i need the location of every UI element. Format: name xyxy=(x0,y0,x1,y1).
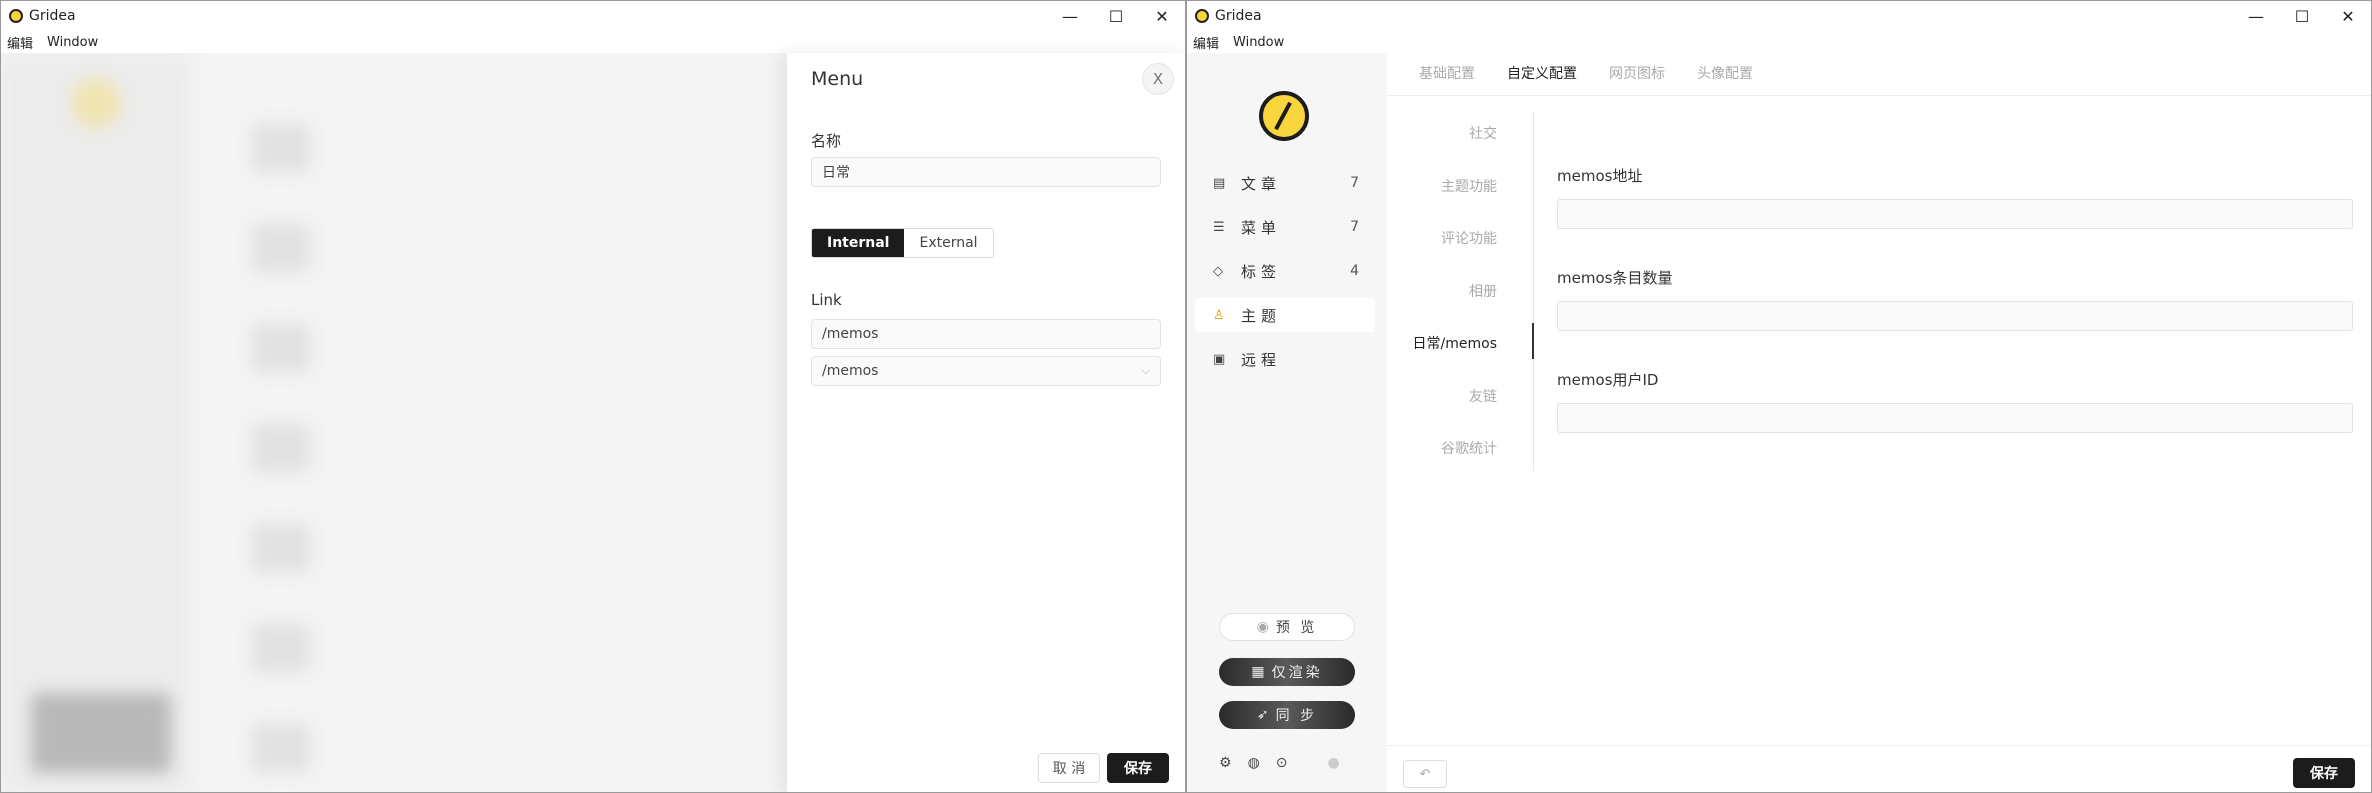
menu-bar: 编辑 Window xyxy=(1187,31,2371,53)
drawer-close-button[interactable]: X xyxy=(1142,63,1174,95)
chevron-down-icon: ⌵ xyxy=(1141,364,1150,377)
render-button[interactable]: ▦ 仅渲染 xyxy=(1219,658,1355,686)
sidebar: ▤ 文章 7 ☰ 菜单 7 ◇ 标签 4 ♙ 主题 ▣ 远程 ◉ 预 览 ▦ 仅… xyxy=(1187,53,1387,792)
subnav-friend-links[interactable]: 友链 xyxy=(1469,386,1497,406)
sidebar-item-label: 远程 xyxy=(1241,350,1282,369)
settings-sliders-icon[interactable]: ⚙ xyxy=(1219,755,1232,771)
gridea-logo-icon xyxy=(9,9,23,23)
title-bar: Gridea — ☐ ✕ xyxy=(1187,1,2371,31)
preview-button[interactable]: ◉ 预 览 xyxy=(1219,613,1355,641)
link-label: Link xyxy=(811,291,842,309)
subnav-divider xyxy=(1533,111,1534,471)
preview-label: 预 览 xyxy=(1275,620,1318,636)
memos-user-id-input[interactable] xyxy=(1557,403,2353,433)
menu-edit[interactable]: 编辑 xyxy=(7,33,33,52)
right-window: Gridea — ☐ ✕ 编辑 Window ▤ 文章 7 ☰ 菜单 7 ◇ 标… xyxy=(1186,0,2372,793)
memos-url-label: memos地址 xyxy=(1557,167,1643,185)
menu-bar: 编辑 Window xyxy=(1,31,1185,53)
tag-icon: ◇ xyxy=(1213,263,1223,279)
sidebar-item-label: 文章 xyxy=(1241,174,1282,193)
sidebar-item-remote[interactable]: ▣ 远程 xyxy=(1195,342,1375,376)
main-panel: 基础配置 自定义配置 网页图标 头像配置 社交 主题功能 评论功能 相册 日常/… xyxy=(1387,53,2371,792)
eye-icon: ◉ xyxy=(1256,619,1272,635)
menu-window[interactable]: Window xyxy=(47,35,98,50)
internal-option[interactable]: Internal xyxy=(812,229,905,257)
server-icon: ▣ xyxy=(1213,351,1226,367)
render-icon: ▦ xyxy=(1251,664,1268,680)
subnav-album[interactable]: 相册 xyxy=(1469,281,1497,301)
sidebar-tools: ⚙ ◍ ⊙ ● xyxy=(1219,755,1340,771)
github-icon[interactable]: ⊙ xyxy=(1276,755,1288,771)
sidebar-item-label: 主题 xyxy=(1241,306,1282,325)
cancel-button[interactable]: 取 消 xyxy=(1038,753,1100,783)
tab-favicon[interactable]: 网页图标 xyxy=(1609,63,1665,83)
sidebar-item-theme[interactable]: ♙ 主题 xyxy=(1195,298,1375,332)
subnav-memos[interactable]: 日常/memos xyxy=(1413,333,1497,353)
document-icon: ▤ xyxy=(1213,175,1226,191)
sidebar-item-count: 4 xyxy=(1350,263,1359,279)
link-select[interactable]: /memos ⌵ xyxy=(811,356,1161,386)
external-option[interactable]: External xyxy=(904,229,992,257)
tab-custom[interactable]: 自定义配置 xyxy=(1507,63,1577,83)
bottom-bar: ↶ 保存 xyxy=(1387,745,2371,792)
title-bar: Gridea — ☐ ✕ xyxy=(1,1,1185,31)
name-label: 名称 xyxy=(811,132,842,150)
sidebar-item-label: 菜单 xyxy=(1241,218,1282,237)
drawer-title: Menu xyxy=(811,68,864,90)
window-title: Gridea xyxy=(1215,8,1262,24)
maximize-icon[interactable]: ☐ xyxy=(2279,1,2325,31)
menu-edit[interactable]: 编辑 xyxy=(1193,33,1219,52)
link-input[interactable]: /memos xyxy=(811,319,1161,349)
close-window-icon[interactable]: ✕ xyxy=(2325,1,2371,31)
sidebar-item-count: 7 xyxy=(1350,175,1359,191)
save-button[interactable]: 保存 xyxy=(1107,753,1169,783)
link-select-value: /memos xyxy=(822,363,879,379)
globe-icon[interactable]: ◍ xyxy=(1248,755,1260,771)
subnav-comments[interactable]: 评论功能 xyxy=(1441,228,1497,248)
sidebar-item-articles[interactable]: ▤ 文章 7 xyxy=(1195,166,1375,200)
subnav-social[interactable]: 社交 xyxy=(1469,123,1497,143)
sidebar-item-count: 7 xyxy=(1350,219,1359,235)
memos-user-id-label: memos用户ID xyxy=(1557,371,1659,389)
save-button[interactable]: 保存 xyxy=(2293,758,2355,788)
sidebar-item-menus[interactable]: ☰ 菜单 7 xyxy=(1195,210,1375,244)
memos-url-input[interactable] xyxy=(1557,199,2353,229)
link-type-toggle: Internal External xyxy=(811,228,994,258)
shirt-icon: ♙ xyxy=(1213,307,1225,323)
sidebar-item-label: 标签 xyxy=(1241,262,1282,281)
close-window-icon[interactable]: ✕ xyxy=(1139,1,1185,31)
gridea-logo-icon xyxy=(1195,9,1209,23)
sync-button[interactable]: ➶ 同 步 xyxy=(1219,701,1355,729)
subnav-google-analytics[interactable]: 谷歌统计 xyxy=(1441,438,1497,458)
memos-count-input[interactable] xyxy=(1557,301,2353,331)
sync-label: 同 步 xyxy=(1275,708,1318,724)
sidebar-item-tags[interactable]: ◇ 标签 4 xyxy=(1195,254,1375,288)
status-dot-icon: ● xyxy=(1327,755,1340,771)
menu-window[interactable]: Window xyxy=(1233,35,1284,50)
memos-count-label: memos条目数量 xyxy=(1557,269,1673,287)
tab-basic[interactable]: 基础配置 xyxy=(1419,63,1475,83)
tab-divider xyxy=(1387,95,2371,96)
config-tabs: 基础配置 自定义配置 网页图标 头像配置 xyxy=(1419,63,1753,83)
rocket-icon: ➶ xyxy=(1256,707,1272,723)
window-title: Gridea xyxy=(29,8,76,24)
gridea-logo xyxy=(1259,91,1309,141)
subnav-active-marker xyxy=(1532,323,1534,359)
name-input[interactable]: 日常 xyxy=(811,157,1161,187)
menu-icon: ☰ xyxy=(1213,219,1225,235)
undo-button[interactable]: ↶ xyxy=(1403,760,1447,788)
blurred-background xyxy=(1,53,787,792)
render-label: 仅渲染 xyxy=(1271,665,1323,681)
left-window: Gridea — ☐ ✕ 编辑 Window Menu X 名称 日常 Inte… xyxy=(0,0,1186,793)
minimize-icon[interactable]: — xyxy=(2233,1,2279,31)
minimize-icon[interactable]: — xyxy=(1047,1,1093,31)
maximize-icon[interactable]: ☐ xyxy=(1093,1,1139,31)
subnav-theme-features[interactable]: 主题功能 xyxy=(1441,176,1497,196)
menu-drawer: Menu X 名称 日常 Internal External Link /mem… xyxy=(787,53,1185,792)
tab-avatar[interactable]: 头像配置 xyxy=(1697,63,1753,83)
